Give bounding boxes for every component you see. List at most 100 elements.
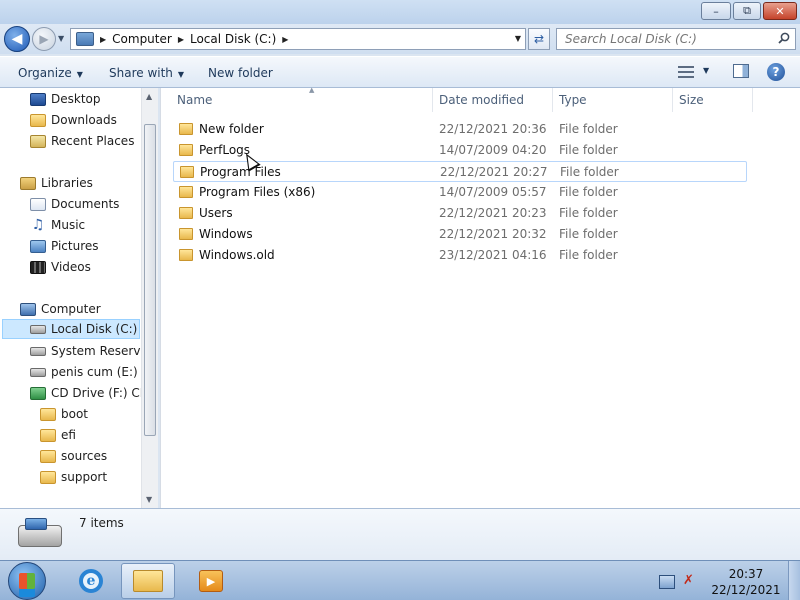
system-clock[interactable]: 20:37 22/12/2021 [706,566,786,598]
nav-item-support[interactable]: support [40,467,107,487]
refresh-button[interactable]: ⇄ [528,28,550,50]
search-box[interactable] [556,28,796,50]
nav-item-computer[interactable]: Computer [20,299,101,319]
nav-item-desktop[interactable]: Desktop [30,89,101,109]
breadcrumb-local-disk[interactable]: Local Disk (C:) [190,32,276,46]
nav-item-cd-drive[interactable]: CD Drive (F:) CES [30,383,155,403]
column-header-date-modified[interactable]: Date modified [433,88,553,112]
nav-item-efi[interactable]: efi [40,425,76,445]
search-input[interactable] [557,29,767,49]
new-folder-button[interactable]: New folder [208,66,273,80]
nav-label: Pictures [51,239,99,253]
file-row-perflogs[interactable]: PerfLogs 14/07/2009 04:20 File folder [173,140,747,161]
file-name: Program Files [200,165,281,179]
nav-item-recent-places[interactable]: Recent Places [30,131,134,151]
chevron-right-icon[interactable]: ▶ [282,35,288,44]
recent-pages-dropdown-icon[interactable]: ▼ [58,34,64,43]
hard-disk-icon [30,346,46,356]
volume-muted-icon[interactable]: ✗ [683,573,694,588]
file-date: 22/12/2021 20:23 [439,206,547,220]
organize-button[interactable]: Organize ▼ [18,66,83,80]
help-icon[interactable]: ? [767,63,785,81]
file-type: File folder [559,227,618,241]
taskbar-media-player[interactable]: ▶ [184,563,238,599]
chevron-down-icon: ▼ [76,70,83,79]
column-header-size[interactable]: Size [673,88,753,112]
clock-date: 22/12/2021 [711,583,781,597]
chevron-right-icon[interactable]: ▶ [178,35,184,44]
scrollbar-thumb[interactable] [144,124,156,436]
folder-icon [179,123,193,135]
nav-item-sources[interactable]: sources [40,446,107,466]
taskbar-internet-explorer[interactable]: e [64,563,118,599]
nav-item-libraries[interactable]: Libraries [20,173,93,193]
folder-icon [179,144,193,156]
column-label: Type [559,93,587,107]
downloads-icon [30,113,46,127]
clock-time: 20:37 [728,567,764,581]
view-options-icon[interactable] [678,66,694,78]
breadcrumb-computer[interactable]: Computer [112,32,172,46]
nav-item-boot[interactable]: boot [40,404,88,424]
share-with-button[interactable]: Share with ▼ [109,66,184,80]
nav-item-downloads[interactable]: Downloads [30,110,117,130]
column-label: Size [679,93,704,107]
file-row-windows-old[interactable]: Windows.old 23/12/2021 04:16 File folder [173,245,747,266]
file-date: 22/12/2021 20:36 [439,122,547,136]
address-dropdown-icon[interactable]: ▼ [515,34,521,43]
nav-label: System Reserved [51,344,156,358]
chevron-down-icon[interactable]: ▼ [703,66,709,75]
file-type: File folder [560,165,619,179]
media-player-icon: ▶ [199,570,223,592]
organize-label: Organize [18,66,72,80]
command-bar: Organize ▼ Share with ▼ New folder ▼ ? [0,56,800,88]
nav-label: Libraries [41,176,93,190]
file-type: File folder [559,122,618,136]
nav-label: boot [61,407,89,421]
column-label: Date modified [439,93,525,107]
search-icon[interactable] [778,32,790,44]
folder-icon [40,407,56,421]
close-button[interactable]: ✕ [763,2,797,20]
address-bar[interactable]: ▶ Computer ▶ Local Disk (C:) ▶ ▼ [70,28,526,50]
chevron-down-icon: ▼ [177,70,185,79]
taskbar-windows-explorer[interactable] [121,563,175,599]
file-row-windows[interactable]: Windows 22/12/2021 20:32 File folder [173,224,747,245]
sort-ascending-icon: ▲ [309,86,315,94]
nav-label: Recent Places [51,134,135,148]
nav-label: CD Drive (F:) CES [51,386,156,400]
file-row-new-folder[interactable]: New folder 22/12/2021 20:36 File folder [173,119,747,140]
windows-explorer-icon [133,570,163,592]
show-desktop-button[interactable] [788,561,800,600]
start-button[interactable] [8,562,46,600]
nav-label: efi [61,428,76,442]
file-row-users[interactable]: Users 22/12/2021 20:23 File folder [173,203,747,224]
navigation-pane: Desktop Downloads Recent Places Librarie… [0,88,158,508]
taskbar: e ▶ ✗ 20:37 22/12/2021 [0,560,800,600]
nav-item-videos[interactable]: Videos [30,257,91,277]
nav-item-local-disk[interactable]: Local Disk (C:) [2,319,140,339]
nav-item-drive-e[interactable]: penis cum (E:) [30,362,138,382]
scroll-up-icon[interactable]: ▲ [146,92,152,101]
videos-icon [30,260,46,274]
column-header-type[interactable]: Type [553,88,673,112]
column-header-name[interactable]: Name ▲ [171,86,433,112]
nav-item-music[interactable]: ♫ Music [30,215,85,235]
file-type: File folder [559,143,618,157]
maximize-button[interactable]: ⧉ [733,2,761,20]
minimize-button[interactable]: – [701,2,731,20]
item-count: 7 items [79,516,124,530]
navigation-scrollbar[interactable]: ▲ ▼ [141,88,158,508]
hard-disk-icon [18,518,62,547]
nav-label: Computer [41,302,101,316]
forward-button[interactable]: ▶ [32,27,56,51]
network-icon[interactable] [659,575,675,589]
nav-item-system-reserved[interactable]: System Reserved [30,341,155,361]
chevron-right-icon[interactable]: ▶ [100,35,106,44]
nav-item-documents[interactable]: Documents [30,194,119,214]
back-button[interactable]: ◀ [4,26,30,52]
nav-item-pictures[interactable]: Pictures [30,236,99,256]
file-row-program-files-x86[interactable]: Program Files (x86) 14/07/2009 05:57 Fil… [173,182,747,203]
preview-pane-icon[interactable] [733,64,749,78]
scroll-down-icon[interactable]: ▼ [146,495,152,504]
